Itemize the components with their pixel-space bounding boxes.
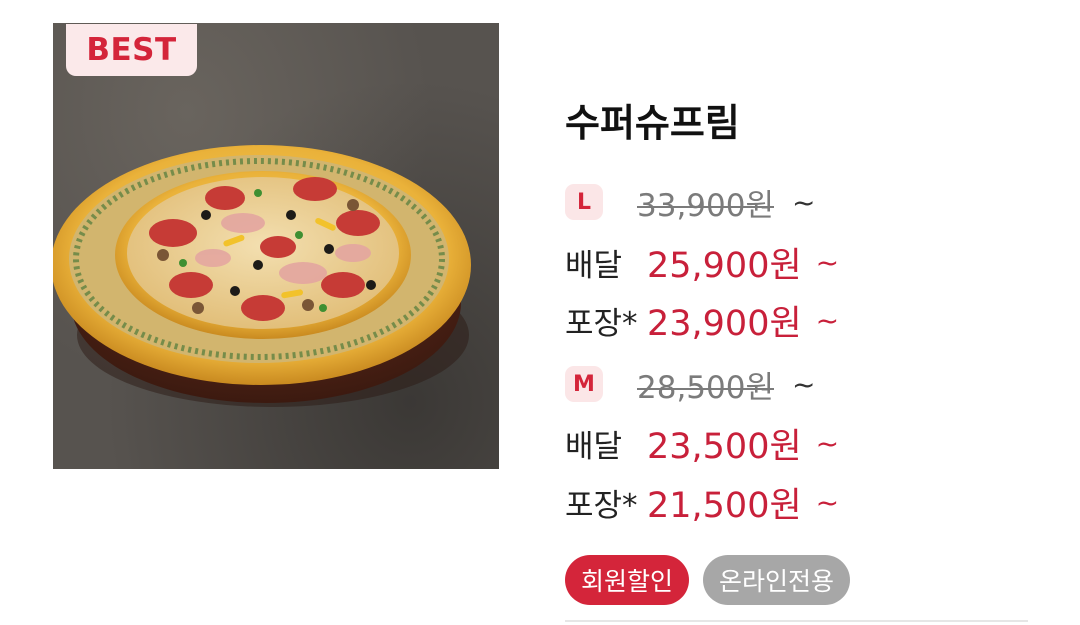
member-discount-tag: 회원할인 (565, 555, 690, 605)
size-l-pickup-price: 23,900원 (647, 303, 802, 344)
divider (565, 620, 1028, 622)
product-title[interactable]: 수퍼슈프림 (565, 92, 740, 147)
size-l-pickup-row: 포장* 23,900원 ~ (565, 298, 840, 344)
size-l-chip: L (565, 184, 603, 220)
size-m-original-suffix: ~ (792, 367, 816, 401)
size-m-delivery-row: 배달 23,500원 ~ (565, 421, 840, 467)
size-l-delivery-label: 배달 (565, 247, 623, 284)
online-only-tag: 온라인전용 (703, 555, 851, 605)
size-m-original-price: 28,500원 (637, 369, 774, 406)
size-m-delivery-label: 배달 (565, 428, 623, 465)
size-l-original-row: L 33,900원 ~ (565, 180, 815, 224)
size-m-pickup-label: 포장* (565, 487, 638, 524)
best-badge: BEST (66, 24, 197, 76)
size-m-delivery-suffix: ~ (815, 426, 840, 460)
size-l-delivery-row: 배달 25,900원 ~ (565, 240, 840, 286)
size-m-delivery-price: 23,500원 (647, 426, 802, 467)
pizza-illustration (53, 145, 471, 407)
size-l-delivery-price: 25,900원 (647, 245, 802, 286)
size-l-pickup-suffix: ~ (815, 303, 840, 337)
size-l-original-suffix: ~ (792, 185, 816, 219)
product-info: 수퍼슈프림 L 33,900원 ~ 배달 25,900원 ~ 포장* 23,90… (565, 0, 1035, 625)
size-l-delivery-suffix: ~ (815, 245, 840, 279)
size-m-pickup-row: 포장* 21,500원 ~ (565, 480, 840, 526)
size-m-pickup-suffix: ~ (815, 485, 840, 519)
size-m-original-row: M 28,500원 ~ (565, 362, 815, 406)
product-tags: 회원할인 온라인전용 (565, 555, 851, 605)
size-l-original-price: 33,900원 (637, 187, 774, 224)
size-l-pickup-label: 포장* (565, 305, 638, 342)
pizza-image[interactable] (53, 23, 499, 469)
size-m-chip: M (565, 366, 603, 402)
size-m-pickup-price: 21,500원 (647, 485, 802, 526)
